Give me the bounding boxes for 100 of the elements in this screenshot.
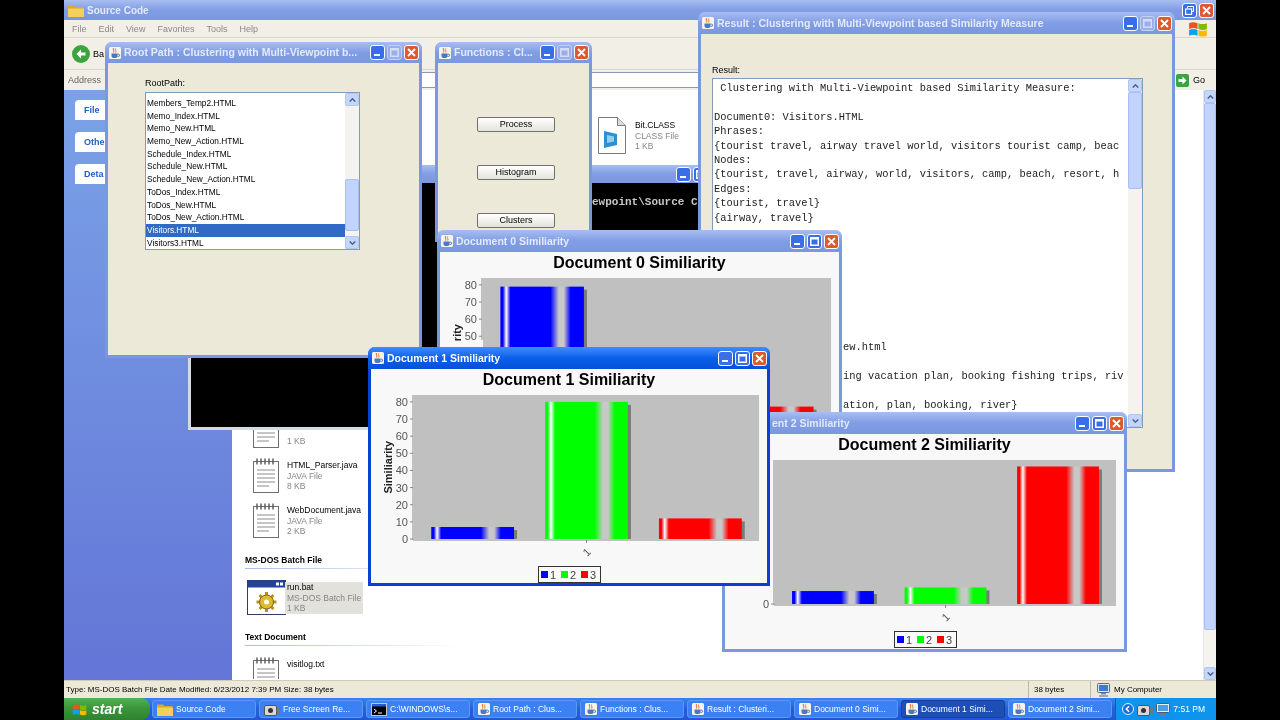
list-item[interactable]: Schedule_New_Action.HTML: [146, 173, 345, 186]
minimize-button[interactable]: [370, 45, 385, 60]
scroll-up-button[interactable]: [345, 93, 359, 106]
file-size: 1 KB: [634, 141, 655, 152]
scroll-down-button[interactable]: [345, 236, 359, 249]
back-button[interactable]: Ba: [72, 44, 104, 63]
group-header: Text Document: [245, 632, 306, 642]
action-button[interactable]: Clusters: [477, 213, 555, 228]
file-icon: [598, 117, 626, 154]
minimize-button[interactable]: [676, 166, 691, 182]
flag-icon: [1188, 20, 1208, 37]
file-name[interactable]: HTML_Parser.java: [285, 460, 360, 471]
scrollbar-thumb[interactable]: [1204, 103, 1216, 630]
list-item[interactable]: Members_Temp2.HTML: [146, 97, 345, 110]
file-size: 1 KB: [286, 436, 307, 447]
action-button[interactable]: Histogram: [477, 165, 555, 180]
list-item[interactable]: ToDos_Index.HTML: [146, 185, 345, 199]
group-header: MS-DOS Batch File: [245, 555, 322, 565]
minimize-button[interactable]: [1075, 415, 1090, 431]
legend-label: 1: [550, 569, 557, 581]
cup-icon: [478, 703, 490, 715]
cup-icon: [585, 703, 597, 715]
list-item[interactable]: Schedule_New.HTML: [146, 160, 345, 174]
taskbar-button[interactable]: Document 2 Simi...: [1008, 700, 1112, 718]
console-text: ewpoint\Source C: [592, 196, 698, 209]
axis-tick-label: 70: [395, 413, 408, 425]
scroll-up-button[interactable]: [1204, 90, 1216, 103]
action-button[interactable]: Process: [477, 117, 555, 132]
minimize-button[interactable]: [1123, 15, 1138, 31]
minimize-button[interactable]: [790, 233, 805, 249]
cup-icon: [906, 703, 918, 715]
close-button[interactable]: [752, 350, 767, 366]
close-icon: [1160, 18, 1169, 28]
taskbar-button[interactable]: C:\WINDOWS\s...: [366, 700, 470, 718]
axis-tick-label: 0: [401, 533, 408, 545]
list-item[interactable]: Visitors3.HTML: [146, 236, 345, 250]
close-button[interactable]: [1157, 15, 1172, 31]
axis-tick-label: 30: [395, 481, 408, 494]
file-name[interactable]: WebDocument.java: [285, 505, 364, 516]
file-type: CLASS File: [634, 130, 680, 141]
taskbar-button[interactable]: Root Path : Clus...: [473, 700, 577, 718]
file-name[interactable]: visitlog.txt: [285, 659, 327, 670]
restore-icon: [1185, 5, 1194, 15]
close-icon: [827, 236, 836, 246]
scroll-up-button[interactable]: [1128, 79, 1142, 92]
axis-tick-label: 60: [464, 313, 477, 326]
list-item[interactable]: Schedule_Index.HTML: [146, 147, 345, 161]
chart-title: Document 0 Similiarity: [553, 254, 726, 271]
text-line: {tourist, travel}: [714, 196, 820, 211]
close-button[interactable]: [1199, 2, 1214, 18]
list-item[interactable]: Memo_New_Action.HTML: [146, 135, 345, 148]
close-button[interactable]: [404, 45, 419, 60]
scroll-down-button[interactable]: [1128, 414, 1142, 427]
category-label: 1: [580, 545, 593, 559]
file-name[interactable]: Bit.CLASS: [633, 120, 678, 131]
window-title: Source Code: [87, 3, 149, 17]
taskbar-button[interactable]: Document 1 Simi...: [901, 700, 1005, 718]
taskbar-button[interactable]: Result : Clusteri...: [687, 700, 791, 718]
close-button[interactable]: [1109, 415, 1124, 431]
maximize-icon: [810, 236, 819, 246]
list-item[interactable]: ToDos_New.HTML: [146, 198, 345, 212]
scroll-down-button[interactable]: [1204, 667, 1216, 680]
go-arrow-icon: [1176, 73, 1189, 87]
clock-text: 7:51 PM: [1173, 703, 1205, 715]
computer-icon: [1097, 682, 1110, 697]
file-type: JAVA File: [286, 515, 324, 526]
cup-icon: [439, 46, 451, 59]
taskbar-button[interactable]: Source Code: [152, 700, 256, 718]
field-label: Result:: [712, 65, 740, 76]
close-icon: [1202, 5, 1211, 15]
text-line: Phrases:: [714, 124, 764, 139]
axis-tick-label: 20: [395, 498, 408, 511]
start-button[interactable]: start: [64, 698, 150, 720]
list-item[interactable]: ToDos_New_Action.HTML: [146, 211, 345, 224]
show-hidden-icons-button[interactable]: [1122, 703, 1134, 715]
list-item[interactable]: Visitors.HTML: [146, 223, 345, 237]
axis-tick-label: 80: [464, 278, 477, 291]
scrollbar-thumb[interactable]: [1128, 92, 1142, 189]
close-button[interactable]: [574, 45, 589, 60]
text-line: Clustering with Multi-Viewpoint based Similarity Measure:: [719, 81, 1076, 96]
close-icon: [755, 353, 764, 363]
notepad-icon: [253, 503, 279, 538]
file-name[interactable]: run.bat: [285, 582, 364, 593]
taskbar-button[interactable]: Document 0 Simi...: [794, 700, 898, 718]
close-button[interactable]: [824, 233, 839, 249]
scrollbar-thumb[interactable]: [345, 179, 359, 231]
window-title: ent 2 Similiarity: [772, 416, 850, 430]
minimize-button[interactable]: [718, 350, 733, 366]
taskbar-button[interactable]: Free Screen Re...: [259, 700, 363, 718]
restore-button[interactable]: [1182, 2, 1197, 18]
category-label: 1: [939, 610, 952, 624]
list-box[interactable]: [145, 92, 360, 250]
minimize-icon: [680, 175, 686, 178]
axis-tick-label: 80: [395, 395, 408, 408]
minimize-button[interactable]: [540, 45, 555, 60]
taskbar-button[interactable]: Functions : Clus...: [580, 700, 684, 718]
folder-icon: [157, 702, 173, 716]
list-item[interactable]: Memo_New.HTML: [146, 122, 345, 136]
list-item[interactable]: Memo_Index.HTML: [146, 109, 345, 123]
go-button[interactable]: Go: [1176, 73, 1205, 87]
